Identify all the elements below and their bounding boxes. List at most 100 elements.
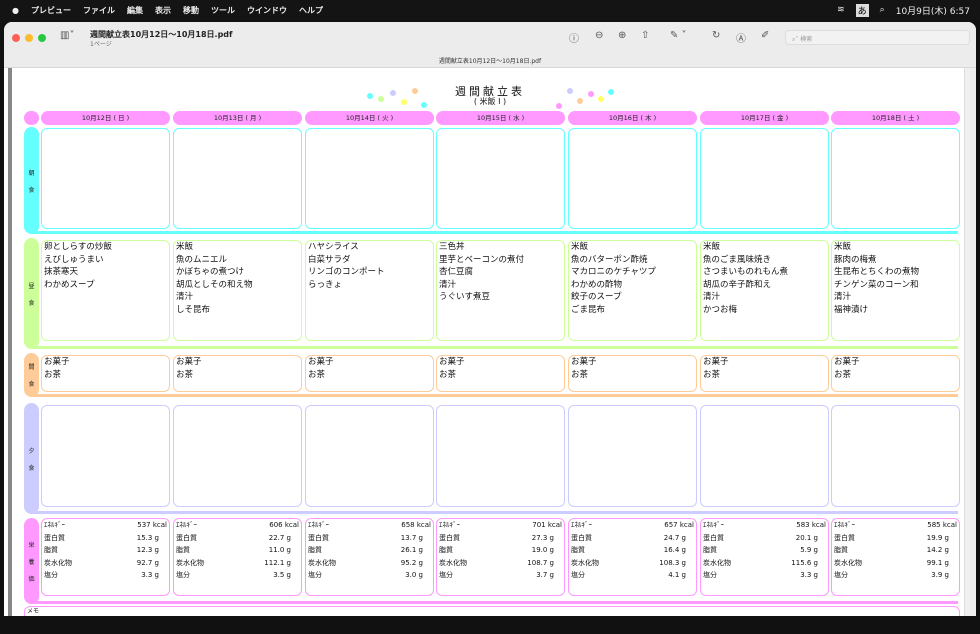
clock[interactable]: 10月9日(木) 6:57 bbox=[896, 4, 970, 17]
nutrient-name: 脂質 bbox=[834, 546, 848, 554]
rotate-icon[interactable]: ↻ bbox=[712, 30, 720, 41]
row-divider bbox=[30, 511, 958, 514]
desk-background bbox=[0, 616, 980, 634]
menu-item[interactable]: プレビュー bbox=[31, 5, 71, 16]
menu-item-text: 清汁 bbox=[439, 279, 457, 290]
nutrition-row: 炭水化物 92.7 g bbox=[44, 557, 167, 570]
menu-item-text: わかめスープ bbox=[44, 279, 95, 290]
form-fill-icon[interactable]: ✐ bbox=[761, 30, 769, 41]
menu-item-text: お茶 bbox=[439, 369, 457, 380]
nutrition-row: 蛋白質 20.1 g bbox=[703, 532, 826, 545]
close-button[interactable] bbox=[12, 34, 20, 42]
nutrient-value: 3.3 g bbox=[141, 571, 159, 579]
document-name: 週間献立表10月12日〜10月18日.pdf bbox=[438, 58, 542, 65]
page-count: 1ページ bbox=[90, 41, 112, 48]
nutrient-value: 112.1 g bbox=[264, 558, 291, 567]
menu-item-text: 清汁 bbox=[176, 292, 194, 303]
menu-cell bbox=[173, 405, 302, 507]
row-label-char: 夕 bbox=[28, 447, 35, 455]
menu-item[interactable]: ファイル bbox=[83, 5, 115, 16]
nutrition-cell: ｴﾈﾙｷﾞｰ 657 kcal 蛋白質 24.7 g 脂質 16.4 g 炭水化物 108.3… bbox=[568, 518, 697, 596]
nutrition-row: 炭水化物 108.3 g bbox=[571, 557, 694, 570]
menu-item-text: お茶 bbox=[703, 369, 721, 380]
menu-cell: ハヤシライス 白菜サラダ リンゴのコンポート らっきょ bbox=[305, 240, 434, 341]
nutrient-value: 108.3 g bbox=[659, 558, 686, 567]
menu-item-text: お茶 bbox=[176, 369, 194, 380]
menu-item-text: マカロニのケチャツプ bbox=[571, 267, 656, 278]
search-icon[interactable]: ⌕ bbox=[880, 5, 885, 15]
info-icon[interactable]: ⓘ bbox=[569, 30, 579, 45]
nutrient-value: 5.9 g bbox=[800, 546, 818, 554]
share-icon[interactable]: ⇧ bbox=[641, 30, 649, 41]
nutrient-value: 658 kcal bbox=[401, 521, 431, 529]
nutrition-row: ｴﾈﾙｷﾞｰ 537 kcal bbox=[44, 519, 167, 532]
nutrition-row: 炭水化物 108.7 g bbox=[439, 557, 562, 570]
date-header: 10月18日 ( 土 ) bbox=[831, 111, 960, 125]
nutrient-value: 27.3 g bbox=[531, 533, 554, 542]
menu-item-text: 三色丼 bbox=[439, 242, 465, 252]
nutrition-row: 脂質 11.0 g bbox=[176, 544, 299, 557]
nutrient-name: 蛋白質 bbox=[571, 533, 592, 542]
menu-cell bbox=[305, 405, 434, 507]
decor-dot bbox=[556, 103, 562, 109]
nutrition-row: 脂質 16.4 g bbox=[571, 544, 694, 557]
decor-dot bbox=[390, 90, 396, 96]
row-divider bbox=[30, 394, 958, 397]
menu-item-text: 米飯 bbox=[571, 242, 589, 252]
menu-item-text: らっきょ bbox=[308, 279, 343, 290]
annotate-icon[interactable]: Ⓐ bbox=[736, 30, 746, 45]
menu-cell: お菓子 お茶 bbox=[41, 355, 170, 392]
zoom-in-icon[interactable]: ⊕ bbox=[618, 30, 626, 41]
date-header: 10月16日 ( 木 ) bbox=[568, 111, 697, 125]
menu-item-text: お菓子 bbox=[834, 357, 860, 367]
menu-item-text: 魚のごま風味焼き bbox=[703, 254, 772, 265]
menu-item[interactable]: ウインドウ bbox=[247, 5, 287, 16]
menu-cell bbox=[831, 128, 960, 229]
nutrient-name: 炭水化物 bbox=[571, 558, 599, 567]
nutrient-name: 塩分 bbox=[176, 571, 190, 579]
scrollbar[interactable] bbox=[964, 68, 976, 616]
menu-item-text: かつお梅 bbox=[703, 304, 738, 315]
nutrient-name: 塩分 bbox=[439, 571, 453, 579]
row-label-char: 昼 bbox=[28, 282, 35, 290]
menu-item[interactable]: 編集 bbox=[127, 5, 143, 16]
nutrient-value: 14.2 g bbox=[926, 546, 949, 554]
menu-item-text: 福神漬け bbox=[834, 304, 869, 315]
input-mode-icon[interactable]: あ bbox=[855, 3, 869, 17]
menu-cell bbox=[700, 405, 829, 507]
row-divider bbox=[30, 601, 958, 604]
nutrition-row: 脂質 26.1 g bbox=[308, 544, 431, 557]
date-header: 10月14日 ( 火 ) bbox=[305, 111, 434, 125]
apple-icon[interactable]: ● bbox=[12, 6, 19, 15]
nutrition-row: 塩分 3.3 g bbox=[44, 569, 167, 582]
search-input[interactable]: ⌕˅ 検索 bbox=[785, 30, 970, 45]
zoom-button[interactable] bbox=[38, 34, 46, 42]
row-label-char: 養 bbox=[28, 558, 35, 566]
menu-item-text: お菓子 bbox=[44, 357, 70, 367]
menu-item-text: 米飯 bbox=[176, 242, 194, 252]
menu-item-text: お菓子 bbox=[308, 357, 334, 367]
search-placeholder: 検索 bbox=[800, 36, 813, 43]
nutrient-name: 蛋白質 bbox=[834, 533, 855, 542]
nutrient-name: 脂質 bbox=[44, 546, 58, 554]
nutrient-name: 蛋白質 bbox=[439, 533, 460, 542]
nutrient-value: 537 kcal bbox=[137, 521, 167, 529]
nutrient-name: 脂質 bbox=[703, 546, 717, 554]
nutrient-name: 蛋白質 bbox=[44, 533, 65, 542]
menu-item[interactable]: ツール bbox=[211, 5, 235, 16]
zoom-out-icon[interactable]: ⊖ bbox=[595, 30, 603, 41]
sidebar-toggle-icon[interactable]: ▥˅ bbox=[60, 30, 74, 41]
menu-item[interactable]: ヘルプ bbox=[299, 5, 323, 16]
menu-item-text: 豚肉の梅煮 bbox=[834, 254, 877, 265]
menu-item[interactable]: 表示 bbox=[155, 5, 171, 16]
row-label: 栄養価 bbox=[24, 518, 39, 604]
menu-item[interactable]: 移動 bbox=[183, 5, 199, 16]
row-label: 朝食 bbox=[24, 127, 39, 234]
nutrient-name: 塩分 bbox=[571, 571, 585, 579]
nutrient-name: 炭水化物 bbox=[834, 558, 862, 567]
minimize-button[interactable] bbox=[25, 34, 33, 42]
wifi-icon[interactable]: ≋ bbox=[837, 5, 845, 15]
nutrient-value: 95.2 g bbox=[400, 558, 423, 567]
markup-pen-icon[interactable]: ✎ ˅ bbox=[670, 30, 687, 41]
nutrient-name: ｴﾈﾙｷﾞｰ bbox=[44, 521, 65, 529]
